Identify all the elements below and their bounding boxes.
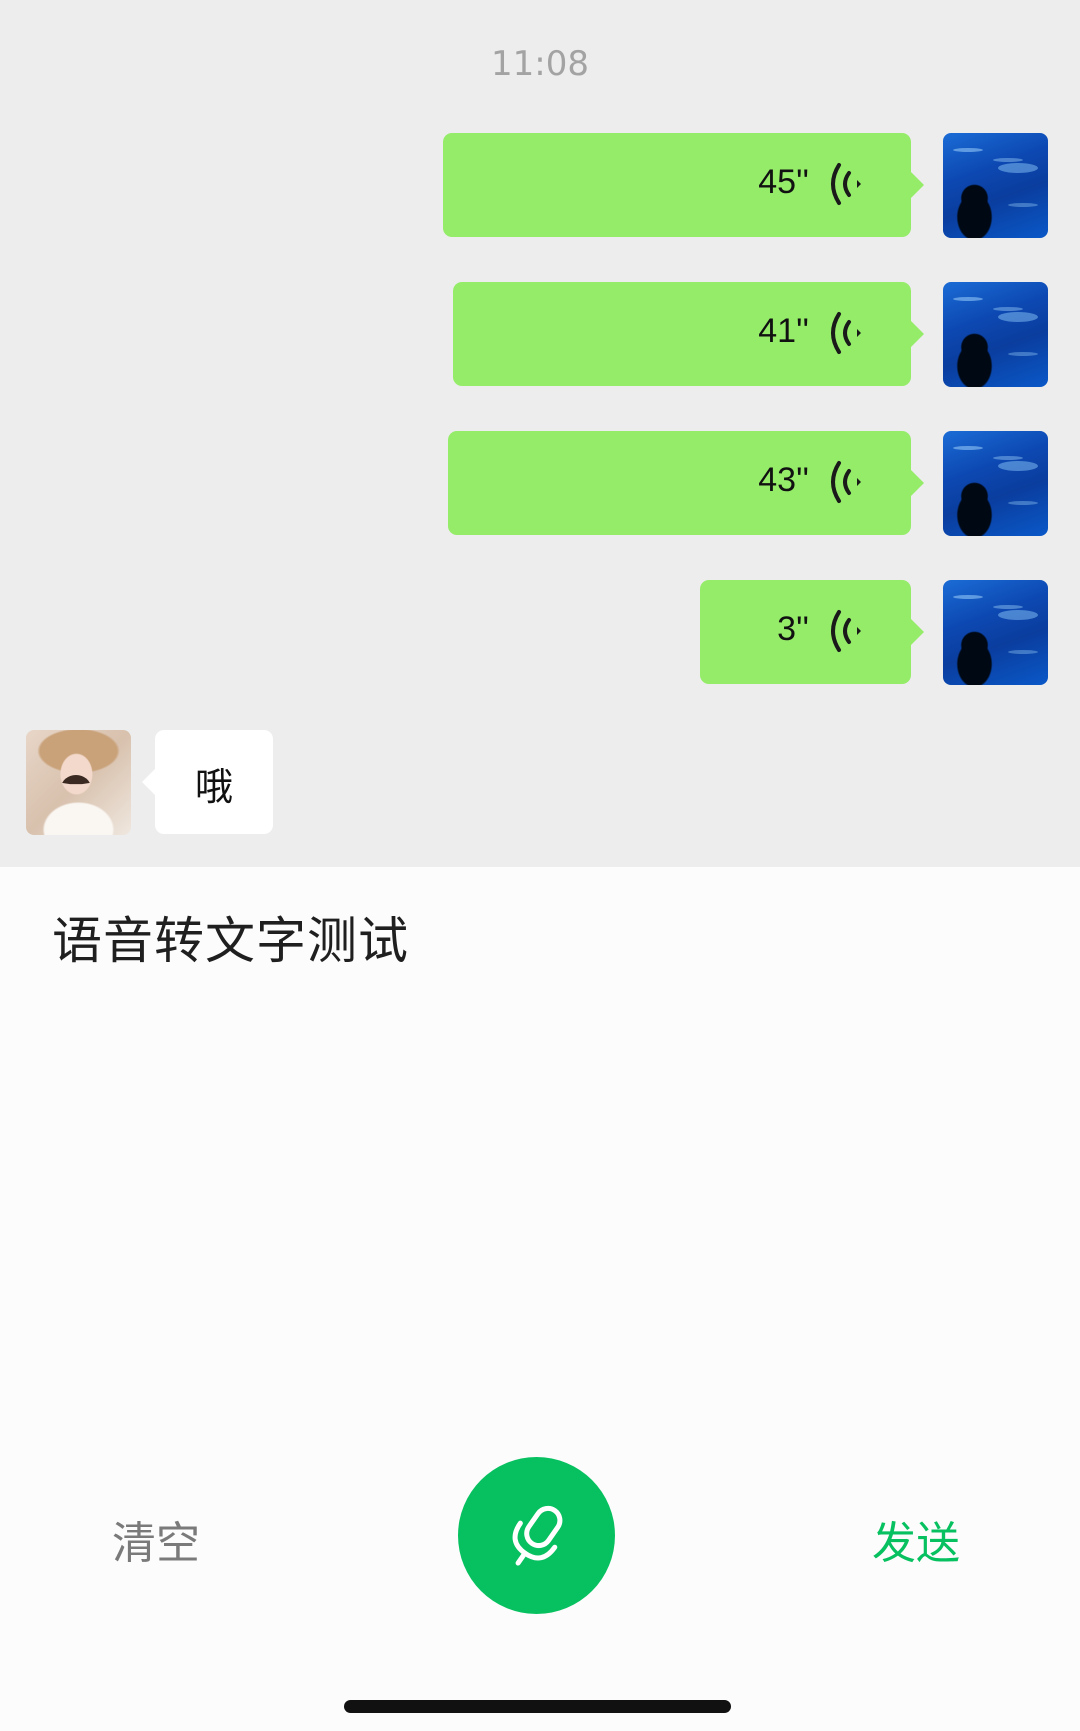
clear-button[interactable]: 清空 <box>112 1507 200 1571</box>
self-avatar[interactable] <box>943 133 1048 238</box>
chat-history[interactable]: 11:08 45'' 41'' 43'' 3'' 哦 <box>0 0 1080 867</box>
voice-wave-icon <box>831 312 861 354</box>
voice-wave-icon <box>831 610 861 652</box>
voice-duration: 41'' <box>758 312 809 350</box>
voice-message-bubble[interactable]: 45'' <box>443 133 924 237</box>
self-avatar[interactable] <box>943 282 1048 387</box>
message-timestamp: 11:08 <box>491 44 589 84</box>
voice-duration: 45'' <box>758 163 809 201</box>
message-text: 哦 <box>194 765 233 809</box>
self-avatar[interactable] <box>943 431 1048 536</box>
voice-to-text-screen: 11:08 45'' 41'' 43'' 3'' 哦 语音转文字测试 清空 发送 <box>0 0 1080 1731</box>
send-button[interactable]: 发送 <box>872 1507 960 1571</box>
voice-duration: 43'' <box>758 461 809 499</box>
voice-message-bubble[interactable]: 3'' <box>700 580 924 684</box>
voice-wave-icon <box>831 163 861 205</box>
voice-duration: 3'' <box>777 610 809 648</box>
voice-message-bubble[interactable]: 41'' <box>453 282 924 386</box>
contact-avatar[interactable] <box>26 730 131 835</box>
text-message-bubble[interactable]: 哦 <box>142 730 273 834</box>
home-indicator[interactable] <box>344 1700 731 1713</box>
microphone-button[interactable] <box>458 1457 615 1614</box>
voice-wave-icon <box>831 461 861 503</box>
voice-input-panel: 语音转文字测试 清空 发送 <box>0 867 1080 1731</box>
microphone-icon <box>512 1505 563 1566</box>
voice-message-bubble[interactable]: 43'' <box>448 431 924 535</box>
transcript-text[interactable]: 语音转文字测试 <box>52 901 409 973</box>
self-avatar[interactable] <box>943 580 1048 685</box>
